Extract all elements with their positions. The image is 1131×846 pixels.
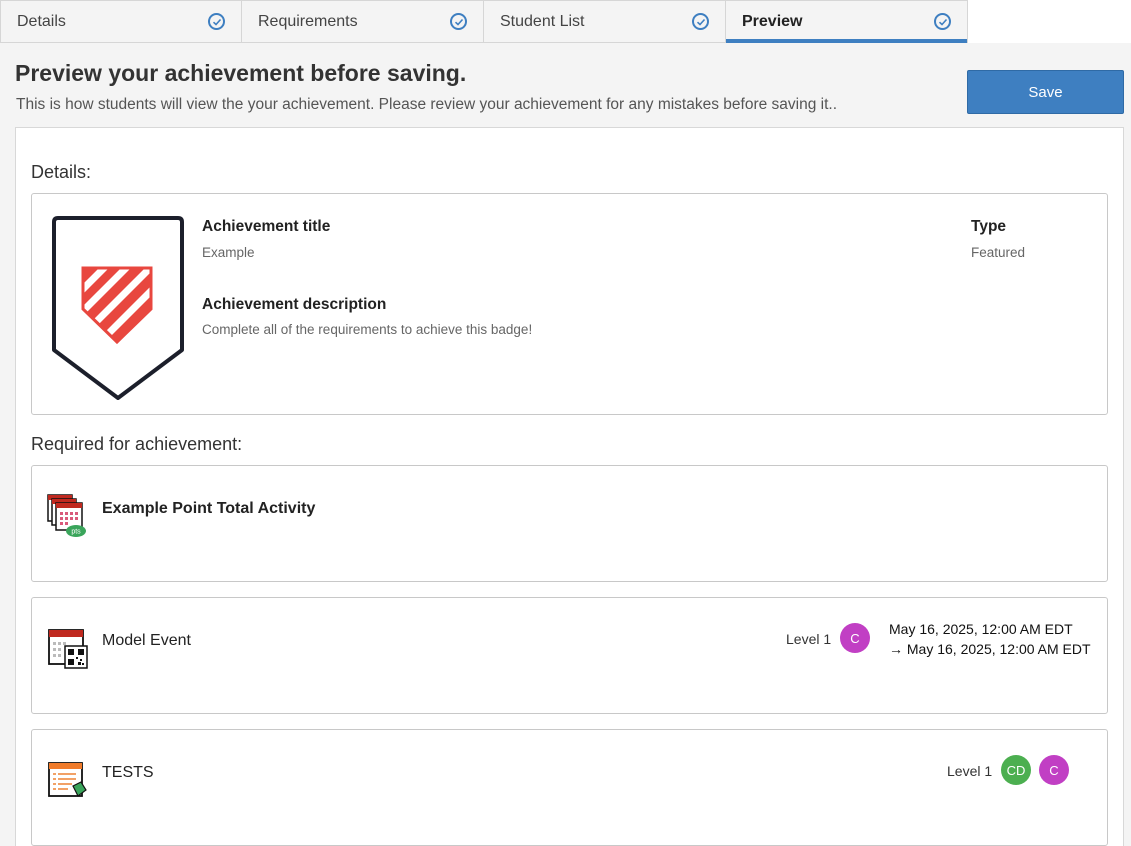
details-section-label: Details: <box>31 162 92 182</box>
requirement-title: Model Event <box>102 632 191 649</box>
type-value: Featured <box>971 245 1026 260</box>
requirement-card[interactable]: pts Example Point Total Activity <box>31 465 1108 582</box>
requirements-section-label: Required for achievement: <box>31 434 243 454</box>
tab-label: Requirements <box>258 12 358 30</box>
tab-details[interactable]: Details <box>0 0 242 43</box>
details-card: Achievement title Example Achievement de… <box>31 193 1108 415</box>
check-circle-icon <box>208 13 225 30</box>
level-label: Level 1 <box>786 631 832 647</box>
avatar[interactable]: CD <box>1001 755 1031 785</box>
level-label: Level 1 <box>947 763 993 779</box>
tab-label: Details <box>17 12 66 30</box>
tab-student-list[interactable]: Student List <box>484 0 726 43</box>
event-qr-icon <box>48 629 88 669</box>
achievement-description-value: Complete all of the requirements to achi… <box>202 322 533 337</box>
page-title: Preview your achievement before saving. <box>15 60 467 86</box>
check-circle-icon <box>692 13 709 30</box>
achievement-title-label: Achievement title <box>202 218 331 235</box>
avatar[interactable]: C <box>1039 755 1069 785</box>
type-label: Type <box>971 218 1007 235</box>
requirement-title: TESTS <box>102 764 154 781</box>
save-button[interactable]: Save <box>967 70 1124 114</box>
tab-preview[interactable]: Preview <box>726 0 968 43</box>
achievement-description-label: Achievement description <box>202 296 387 313</box>
arrow-right-icon: → <box>889 641 903 657</box>
date-start: May 16, 2025, 12:00 AM EDT <box>889 621 1073 637</box>
tab-requirements[interactable]: Requirements <box>242 0 484 43</box>
requirement-title: Example Point Total Activity <box>102 500 316 517</box>
date-end-row: → May 16, 2025, 12:00 AM EDT <box>889 641 1091 657</box>
requirement-card[interactable]: TESTS Level 1 CD C <box>31 729 1108 846</box>
step-tabs: Details Requirements Student List Previe… <box>0 0 968 43</box>
date-end: May 16, 2025, 12:00 AM EDT <box>906 641 1091 657</box>
achievement-title-value: Example <box>202 245 255 260</box>
tab-label: Preview <box>742 12 803 30</box>
check-circle-icon <box>450 13 467 30</box>
pts-badge-label: pts <box>71 529 81 536</box>
point-total-activity-icon: pts <box>47 494 86 537</box>
avatar[interactable]: C <box>840 623 870 653</box>
page-subtitle: This is how students will view the your … <box>16 96 838 113</box>
check-circle-icon <box>934 13 951 30</box>
shield-badge-icon <box>52 216 184 400</box>
test-form-icon <box>48 762 87 797</box>
requirement-card[interactable]: Model Event Level 1 C May 16, 2025, 12:0… <box>31 597 1108 714</box>
tab-label: Student List <box>500 12 585 30</box>
